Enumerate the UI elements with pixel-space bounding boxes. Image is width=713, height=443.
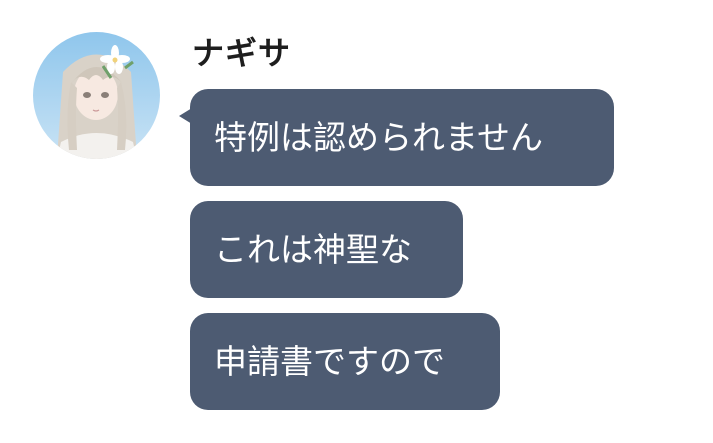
message-text: 申請書ですので <box>214 342 445 381</box>
avatar-portrait-icon <box>33 32 160 159</box>
message-bubble[interactable]: 特例は認められません <box>190 89 614 186</box>
sender-name: ナギサ <box>192 34 292 72</box>
sender-avatar[interactable] <box>33 32 160 159</box>
message-bubble[interactable]: これは神聖な <box>190 201 463 298</box>
message-text: 特例は認められません <box>214 118 544 157</box>
message-text: これは神聖な <box>214 230 412 269</box>
message-bubble[interactable]: 申請書ですので <box>190 313 500 410</box>
